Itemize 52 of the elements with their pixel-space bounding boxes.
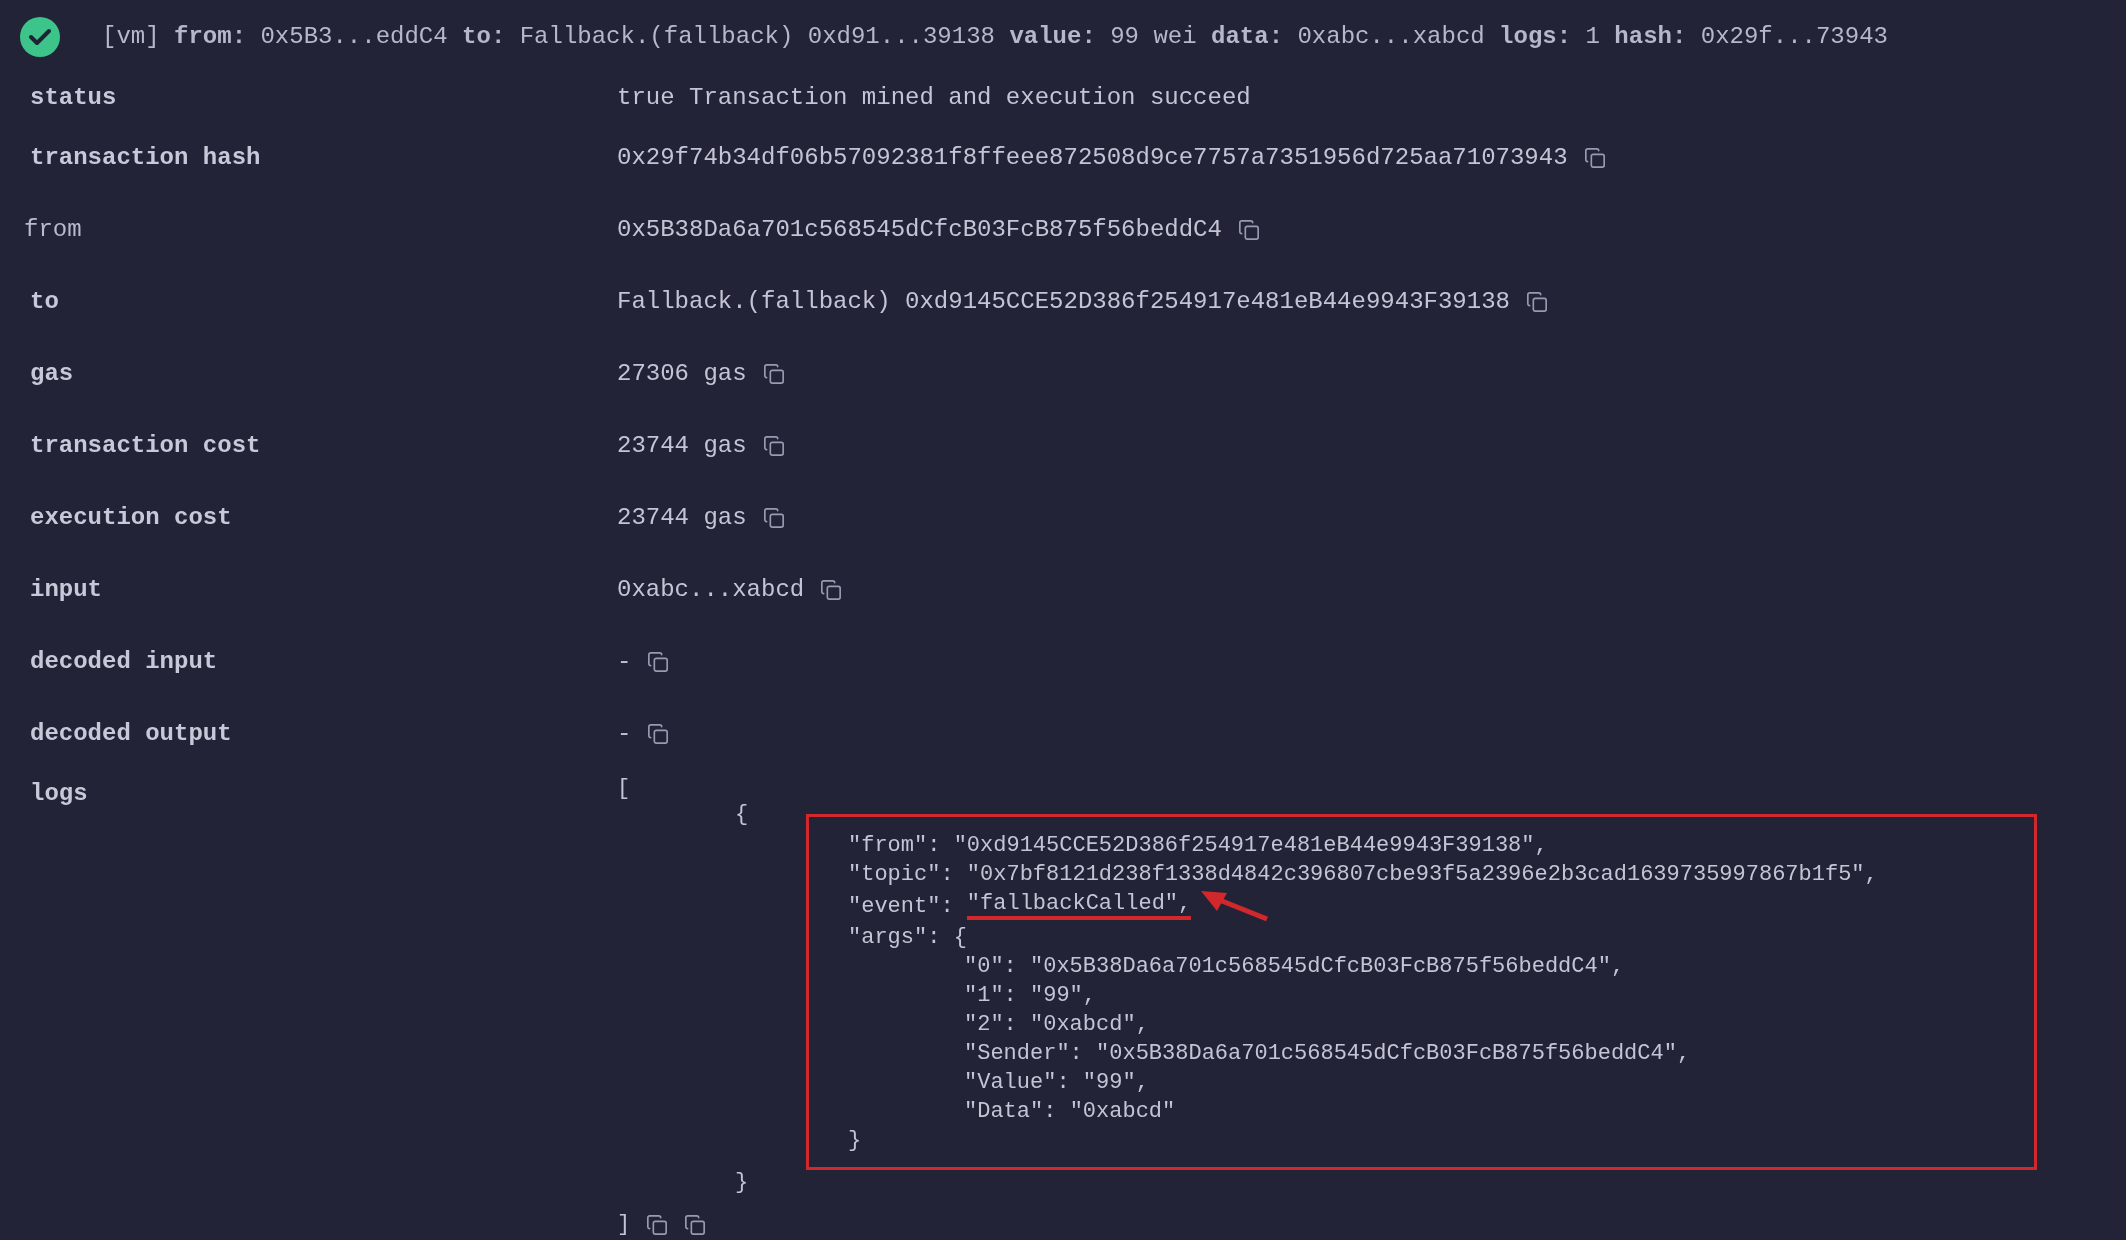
field-value: true Transaction mined and execution succeed — [617, 83, 1251, 113]
field-value: 27306 gas — [617, 359, 747, 389]
json-line: "Sender": "0x5B38Da6a701c568545dCfcB03FcB875f56beddC4", — [964, 1040, 1691, 1068]
copy-button[interactable] — [762, 435, 785, 457]
json-line: "1": "99", — [964, 982, 1097, 1010]
field-label: from — [23, 215, 83, 245]
json-value: "fallbackCalled", — [966, 892, 1192, 920]
field-value: 0x5B38Da6a701c568545dCfcB03FcB875f56beddC4 — [617, 215, 1222, 245]
copy-button[interactable] — [647, 651, 670, 673]
field-label: transaction hash — [29, 143, 262, 173]
field-label: decoded output — [29, 719, 233, 749]
field-label: status — [29, 83, 118, 113]
json-line: "0": "0x5B38Da6a701c568545dCfcB03FcB875f56beddC4", — [964, 953, 1625, 981]
field-value: 0xabc...xabcd — [617, 575, 805, 605]
copy-button[interactable] — [820, 579, 843, 601]
field-value: - — [617, 647, 632, 677]
field-label: to — [29, 287, 60, 317]
brace: } — [848, 1128, 862, 1153]
json-line: "event": — [848, 892, 955, 921]
copy-button[interactable] — [1583, 147, 1606, 169]
json-line: "Value": "99", — [964, 1069, 1149, 1097]
copy-button[interactable] — [646, 1213, 669, 1236]
json-line: "Data": "0xabcd" — [964, 1098, 1176, 1126]
json-line: "2": "0xabcd", — [964, 1011, 1149, 1039]
field-value: 23744 gas — [617, 431, 747, 461]
transaction-summary: [vm] from: 0x5B3...eddC4 to: Fallback.(fallback) 0xd91...39138 value: 99 wei data: 0xabc...xabcd logs: 1 hash: 0x29f...73943 — [102, 22, 1888, 52]
bracket: [ — [617, 776, 632, 802]
json-value: "0xd9145CCE52D386f254917e481eB44e9943F39138", — [953, 832, 1548, 860]
json-line: "topic": — [848, 861, 955, 889]
copy-button[interactable] — [762, 507, 785, 529]
copy-button[interactable] — [1525, 291, 1548, 313]
json-line: "from": — [848, 832, 942, 860]
brace: { — [735, 802, 749, 828]
json-value: "0x7bf8121d238f1338d4842c396807cbe93f5a2396e2b3cad1639735997867b1f5", — [966, 861, 1878, 889]
copy-button[interactable] — [1237, 219, 1260, 241]
field-label: decoded input — [29, 647, 219, 677]
field-label: logs — [29, 779, 89, 809]
field-label: gas — [29, 359, 75, 389]
field-value: Fallback.(fallback) 0xd9145CCE52D386f254917e481eB44e9943F39138 — [617, 287, 1510, 317]
copy-button[interactable] — [762, 363, 785, 385]
json-value: { — [953, 924, 967, 952]
field-label: transaction cost — [29, 431, 262, 461]
field-label: execution cost — [29, 503, 233, 533]
field-value: 0x29f74b34df06b57092381f8ffeee872508d9ce7757a7351956d725aa71073943 — [617, 143, 1568, 173]
bracket: ] — [617, 1211, 631, 1239]
copy-button[interactable] — [647, 723, 670, 745]
json-line: "args": — [848, 924, 942, 952]
brace: } — [735, 1170, 750, 1196]
field-value: 23744 gas — [617, 503, 747, 533]
copy-button[interactable] — [684, 1213, 707, 1236]
field-value: - — [617, 719, 632, 749]
field-label: input — [29, 575, 103, 605]
